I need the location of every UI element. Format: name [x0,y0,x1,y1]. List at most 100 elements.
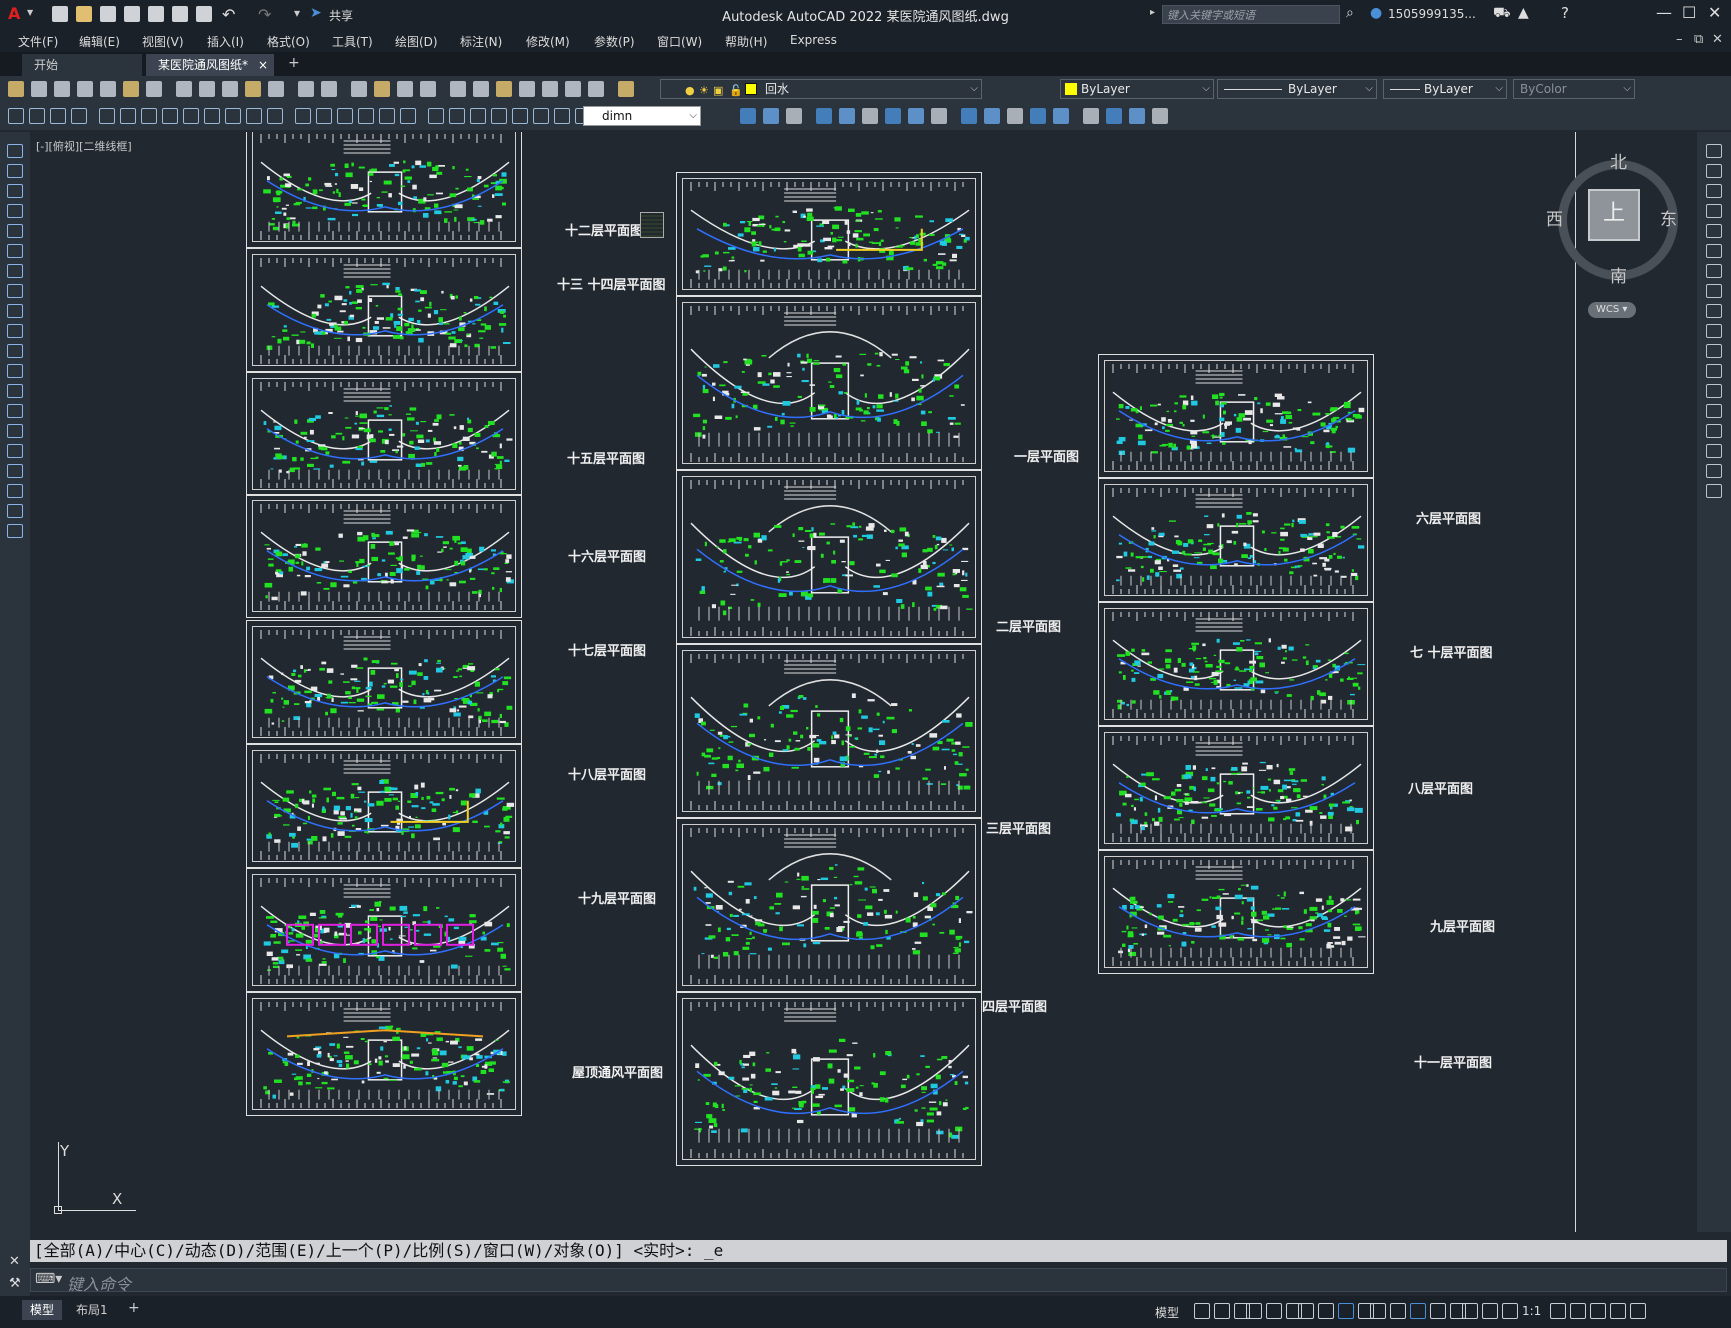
modify-tool-2-icon[interactable] [786,108,802,124]
3dprint-icon[interactable] [146,81,162,97]
dim-tool-25-icon[interactable] [554,108,570,124]
sheet-plan-3[interactable] [676,644,982,818]
zoom-previous-icon[interactable] [420,81,436,97]
osnap-track-icon[interactable] [1318,1303,1334,1319]
quick-properties-icon[interactable] [1550,1303,1566,1319]
dim-tool-5-icon[interactable] [120,108,136,124]
user-icon[interactable]: ● [1370,5,1382,21]
dim-tool-18-icon[interactable] [400,108,416,124]
sheet-plan-9[interactable] [1098,726,1374,850]
annotation-scale[interactable]: 1:1 [1522,1304,1541,1318]
draw-tool-3-icon[interactable] [7,204,23,218]
redo-icon[interactable] [321,81,337,97]
modify-tool-5-icon[interactable] [862,108,878,124]
viewcube-north[interactable]: 北 [1610,148,1627,173]
menu-express[interactable]: Express [790,33,837,47]
modify-panel-tool-10-icon[interactable] [1706,344,1722,358]
draw-tool-2-icon[interactable] [7,184,23,198]
sheet-plan-17[interactable] [246,620,522,744]
menu-dimension[interactable]: 标注(N) [460,33,502,50]
dim-tool-12-icon[interactable] [267,108,283,124]
draw-tool-7-icon[interactable] [7,284,23,298]
viewcube-south[interactable]: 南 [1610,262,1627,287]
color-dropdown[interactable]: ByLayer ⌵ [1060,79,1214,99]
command-line[interactable]: ⌨▾ 键入命令 [30,1268,1727,1294]
sheet-plan-11[interactable] [1098,850,1374,974]
draw-tool-6-icon[interactable] [7,264,23,278]
ortho-icon[interactable] [1246,1303,1262,1319]
draw-tool-12-icon[interactable] [7,384,23,398]
modify-panel-tool-16-icon[interactable] [1706,464,1722,478]
draw-tool-8-icon[interactable] [7,304,23,318]
sheet-basement[interactable] [676,172,982,296]
sheet-set-icon[interactable] [519,81,535,97]
dim-tool-19-icon[interactable] [428,108,444,124]
sheet-plan-12[interactable] [246,132,522,248]
draw-tool-18-icon[interactable] [7,504,23,518]
layer-lock-icon[interactable]: 🔓 [729,82,743,100]
modify-tool-11-icon[interactable] [1007,108,1023,124]
draw-tool-11-icon[interactable] [7,364,23,378]
dim-tool-7-icon[interactable] [162,108,178,124]
search-input[interactable]: 键入关键字或短语 [1162,5,1340,24]
dim-tool-10-icon[interactable] [225,108,241,124]
customize-icon[interactable] [1630,1303,1646,1319]
doc-close-icon[interactable]: ✕ [1712,32,1723,47]
sheet-plan-5[interactable] [676,992,982,1166]
annotation-monitor-icon[interactable] [1482,1303,1498,1319]
draw-tool-0-icon[interactable] [7,144,23,158]
dim-tool-9-icon[interactable] [204,108,220,124]
sheet-plan-2[interactable] [676,470,982,644]
print-icon[interactable] [77,81,93,97]
lineweight-icon[interactable] [1370,1303,1386,1319]
quickcalc-icon[interactable] [565,81,581,97]
modify-panel-tool-7-icon[interactable] [1706,284,1722,298]
dim-tool-11-icon[interactable] [246,108,262,124]
modify-panel-tool-1-icon[interactable] [1706,164,1722,178]
dim-tool-20-icon[interactable] [449,108,465,124]
modify-panel-tool-2-icon[interactable] [1706,184,1722,198]
osnap-icon[interactable] [1338,1303,1354,1319]
menu-parametric[interactable]: 参数(P) [594,33,635,50]
sheet-plan-19[interactable] [246,868,522,992]
search-icon[interactable]: ⌕ [1346,5,1354,21]
layer-thaw-icon[interactable]: ☀ [699,82,709,100]
new-icon[interactable] [8,81,24,97]
tool-palettes-icon[interactable] [496,81,512,97]
plot-preview-icon[interactable] [100,81,116,97]
user-account[interactable]: 1505999135... [1388,7,1476,21]
draw-tool-10-icon[interactable] [7,344,23,358]
modify-tool-3-icon[interactable] [816,108,832,124]
draw-tool-14-icon[interactable] [7,424,23,438]
markup-icon[interactable] [542,81,558,97]
draw-tool-15-icon[interactable] [7,444,23,458]
menu-insert[interactable]: 插入(I) [207,33,244,50]
viewport-controls[interactable]: [-][俯视][二维线框] [36,138,132,154]
dim-tool-23-icon[interactable] [512,108,528,124]
menu-tools[interactable]: 工具(T) [332,33,373,50]
sheet-plan-16[interactable] [246,494,522,618]
dim-tool-0-icon[interactable] [8,108,24,124]
modify-tool-1-icon[interactable] [763,108,779,124]
modify-panel-tool-12-icon[interactable] [1706,384,1722,398]
menu-modify[interactable]: 修改(M) [526,33,570,50]
auto-scale-icon[interactable] [1430,1303,1446,1319]
modify-tool-15-icon[interactable] [1106,108,1122,124]
modify-tool-4-icon[interactable] [839,108,855,124]
sheet-plan-18[interactable] [246,744,522,868]
modify-panel-tool-0-icon[interactable] [1706,144,1722,158]
draw-tool-13-icon[interactable] [7,404,23,418]
model-space-button[interactable]: 模型 [1155,1304,1179,1321]
modify-tool-6-icon[interactable] [885,108,901,124]
modify-tool-12-icon[interactable] [1030,108,1046,124]
sheet-plan-8[interactable] [1098,602,1374,726]
units-icon[interactable] [1502,1303,1518,1319]
draw-tool-9-icon[interactable] [7,324,23,338]
modify-tool-17-icon[interactable] [1152,108,1168,124]
dim-tool-1-icon[interactable] [29,108,45,124]
modify-tool-7-icon[interactable] [908,108,924,124]
workspace-icon[interactable] [1462,1303,1478,1319]
match-properties-icon[interactable] [245,81,261,97]
tab-start[interactable]: 开始 [22,54,142,76]
layout-tab-1[interactable]: 布局1 [68,1300,116,1320]
